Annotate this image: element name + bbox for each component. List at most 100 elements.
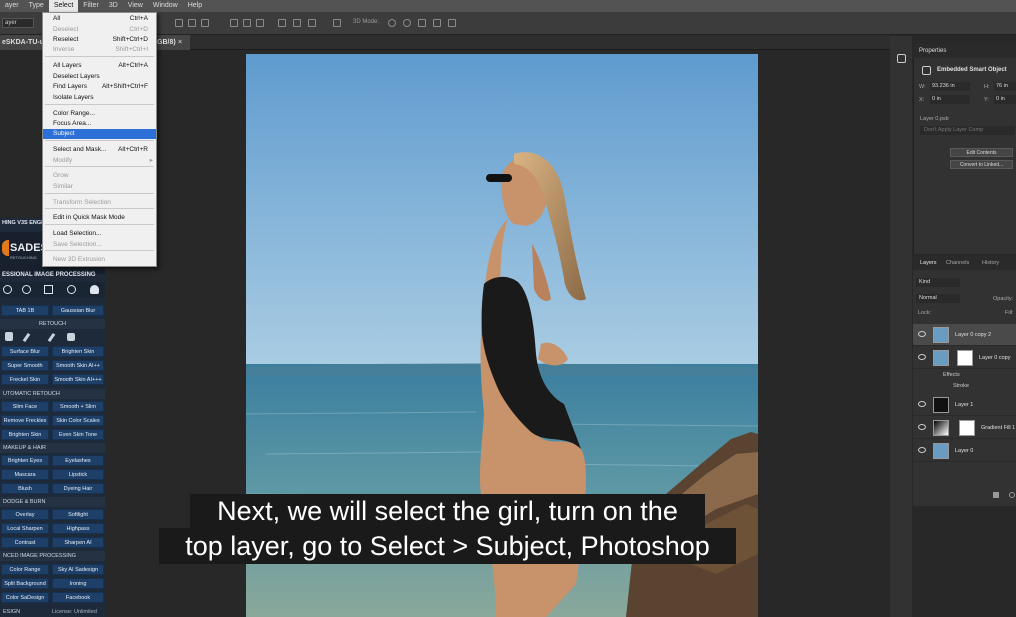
align-right-icon[interactable] bbox=[201, 19, 209, 27]
blush-button[interactable]: Blush bbox=[1, 483, 49, 494]
local-sharpen-button[interactable]: Local Sharpen bbox=[1, 523, 49, 534]
menu-item-similar[interactable]: Similar bbox=[43, 182, 156, 192]
menu-item-select-and-mask[interactable]: Select and Mask... Alt+Ctrl+R bbox=[43, 145, 156, 155]
x-field[interactable]: 0 in bbox=[930, 95, 970, 104]
menu-item-focus-area[interactable]: Focus Area... bbox=[43, 119, 156, 129]
layer-row-layer-0-copy[interactable]: Layer 0 copy bbox=[913, 347, 1016, 369]
visibility-eye-icon[interactable] bbox=[918, 447, 926, 453]
edit-contents-button[interactable]: Edit Contents bbox=[950, 148, 1013, 157]
width-field[interactable]: 93.236 in bbox=[930, 82, 970, 91]
menu-item-deselect[interactable]: Deselect Ctrl+D bbox=[43, 25, 156, 35]
blend-mode-dropdown[interactable]: Normal bbox=[916, 294, 960, 303]
menu-view[interactable]: View bbox=[123, 0, 148, 12]
menu-3d[interactable]: 3D bbox=[104, 0, 123, 12]
tab-history[interactable]: History bbox=[982, 256, 999, 270]
3d-pan-icon[interactable] bbox=[418, 19, 426, 27]
menu-item-inverse[interactable]: Inverse Shift+Ctrl+I bbox=[43, 45, 156, 55]
softlight-button[interactable]: Softlight bbox=[52, 509, 104, 520]
menu-item-color-range[interactable]: Color Range... bbox=[43, 109, 156, 119]
menu-item-modify[interactable]: Modify ▸ bbox=[43, 156, 156, 166]
freckel-skin-button[interactable]: Freckel Skin bbox=[1, 374, 49, 385]
3d-scale-icon[interactable] bbox=[448, 19, 456, 27]
image-icon[interactable] bbox=[44, 285, 53, 294]
mascara-button[interactable]: Mascara bbox=[1, 469, 49, 480]
effects-label[interactable]: Effects bbox=[943, 372, 960, 378]
contrast-button[interactable]: Contrast bbox=[1, 537, 49, 548]
3d-rotate-icon[interactable] bbox=[388, 19, 396, 27]
delete-layer-icon[interactable] bbox=[1009, 492, 1015, 498]
skin-color-scales-button[interactable]: Skin Color Scales bbox=[52, 415, 104, 426]
menu-item-isolate-layers[interactable]: Isolate Layers bbox=[43, 93, 156, 103]
y-field[interactable]: 0 in bbox=[994, 95, 1016, 104]
convert-to-linked-button[interactable]: Convert to Linked... bbox=[950, 160, 1013, 169]
layer-comp-dropdown[interactable]: Don't Apply Layer Comp bbox=[920, 126, 1015, 135]
sky-ai-sadesign-button[interactable]: Sky AI Sadesign bbox=[52, 564, 104, 575]
height-field[interactable]: 76 in bbox=[994, 82, 1016, 91]
patch-icon[interactable] bbox=[67, 333, 75, 341]
user-icon[interactable] bbox=[90, 285, 99, 294]
align-top-icon[interactable] bbox=[230, 19, 238, 27]
3d-roll-icon[interactable] bbox=[403, 19, 411, 27]
layer-row-gradient-fill-1[interactable]: Gradient Fill 1 bbox=[913, 417, 1016, 439]
auto-align-icon[interactable] bbox=[333, 19, 341, 27]
color-range-button[interactable]: Color Range bbox=[1, 564, 49, 575]
aperture-icon[interactable] bbox=[67, 285, 76, 294]
overlay-button[interactable]: Overlay bbox=[1, 509, 49, 520]
menu-item-reselect[interactable]: Reselect Shift+Ctrl+D bbox=[43, 35, 156, 45]
menu-item-deselect-layers[interactable]: Deselect Layers bbox=[43, 72, 156, 82]
distribute-right-icon[interactable] bbox=[308, 19, 316, 27]
align-center-icon[interactable] bbox=[188, 19, 196, 27]
menu-item-transform-selection[interactable]: Transform Selection bbox=[43, 198, 156, 208]
visibility-eye-icon[interactable] bbox=[918, 354, 926, 360]
slim-face-button[interactable]: Slim Face bbox=[1, 401, 49, 412]
remove-freckles-button[interactable]: Remove Freckles bbox=[1, 415, 49, 426]
brush-icon[interactable] bbox=[22, 332, 31, 343]
smooth-skin-ai-pp-button[interactable]: Smooth Skin AI++ bbox=[52, 360, 104, 371]
layer-row-layer-0[interactable]: Layer 0 bbox=[913, 440, 1016, 462]
distribute-center-icon[interactable] bbox=[293, 19, 301, 27]
tab-layers[interactable]: Layers bbox=[920, 256, 937, 270]
super-smooth-skin-button[interactable]: Super Smooth Skin bbox=[1, 360, 49, 380]
properties-panel-icon[interactable] bbox=[897, 54, 906, 63]
split-background-button[interactable]: Split Background bbox=[1, 578, 49, 589]
layer-row-layer-0-copy-2[interactable]: Layer 0 copy 2 bbox=[913, 324, 1016, 346]
align-middle-icon[interactable] bbox=[243, 19, 251, 27]
stroke-effect-label[interactable]: Stroke bbox=[953, 383, 969, 389]
sun-icon[interactable] bbox=[22, 285, 31, 294]
distribute-left-icon[interactable] bbox=[278, 19, 286, 27]
surface-blur-button[interactable]: Surface Blur bbox=[1, 346, 49, 357]
even-skin-tone-button[interactable]: Even Skin Tone bbox=[52, 429, 104, 440]
stamp-icon[interactable] bbox=[5, 332, 13, 341]
gaussian-blur-button[interactable]: Gaussian Blur bbox=[52, 305, 104, 316]
settings-icon[interactable] bbox=[3, 285, 12, 294]
facebook-button[interactable]: Facebook bbox=[52, 592, 104, 603]
brighten-skin-button[interactable]: Brighten Skin bbox=[52, 346, 104, 357]
menu-type[interactable]: Type bbox=[24, 0, 49, 12]
menu-select[interactable]: Select bbox=[48, 0, 79, 12]
color-sadesign-button[interactable]: Color SaDesign bbox=[1, 592, 49, 603]
ironing-button[interactable]: Ironing bbox=[52, 578, 104, 589]
smooth-skin-ai-ppp-button[interactable]: Smooth Skin AI+++ bbox=[52, 374, 104, 385]
brighten-eyes-button[interactable]: Brighten Eyes bbox=[1, 455, 49, 466]
align-bottom-icon[interactable] bbox=[256, 19, 264, 27]
menu-item-edit-in-quick-mask-mode[interactable]: Edit in Quick Mask Mode bbox=[43, 213, 156, 223]
menu-item-find-layers[interactable]: Find Layers Alt+Shift+Ctrl+F bbox=[43, 82, 156, 92]
menu-window[interactable]: Window bbox=[148, 0, 183, 12]
close-tab-icon[interactable]: × bbox=[178, 35, 182, 50]
brighten-skin-2-button[interactable]: Brighten Skin bbox=[1, 429, 49, 440]
menu-item-all[interactable]: All Ctrl+A bbox=[43, 14, 156, 24]
pen-icon[interactable] bbox=[47, 332, 56, 343]
layer-row-layer-1[interactable]: Layer 1 bbox=[913, 394, 1016, 416]
menu-item-load-selection[interactable]: Load Selection... bbox=[43, 229, 156, 239]
menu-help[interactable]: Help bbox=[183, 0, 207, 12]
visibility-eye-icon[interactable] bbox=[918, 331, 926, 337]
3d-slide-icon[interactable] bbox=[433, 19, 441, 27]
lipstick-button[interactable]: Lipstick bbox=[52, 469, 104, 480]
eyelashes-button[interactable]: Eyelashes bbox=[52, 455, 104, 466]
menu-filter[interactable]: Filter bbox=[78, 0, 104, 12]
dyeing-hair-button[interactable]: Dyeing Hair bbox=[52, 483, 104, 494]
new-layer-icon[interactable] bbox=[993, 492, 999, 498]
layer-dropdown[interactable]: ayer bbox=[2, 18, 34, 28]
visibility-eye-icon[interactable] bbox=[918, 424, 926, 430]
kind-filter[interactable]: Kind bbox=[916, 278, 960, 287]
